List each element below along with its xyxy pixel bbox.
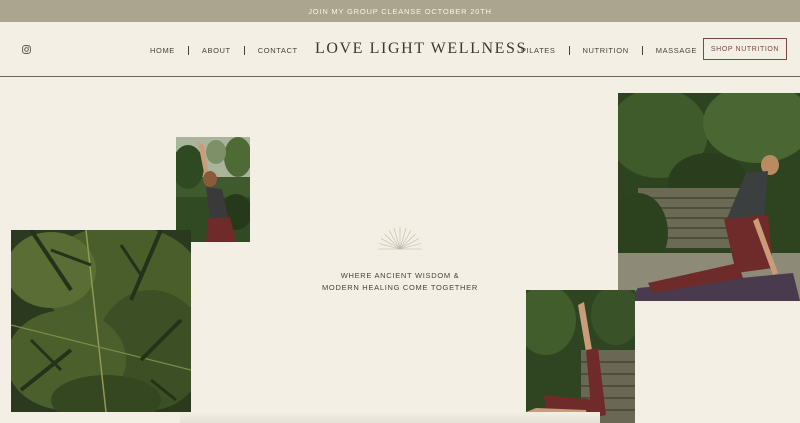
- nav-item-about[interactable]: ABOUT: [202, 46, 231, 55]
- nav-item-massage[interactable]: MASSAGE: [656, 46, 697, 55]
- tagline-line-1: WHERE ANCIENT WISDOM &: [340, 271, 460, 280]
- yoga-backbend-image: [176, 137, 250, 242]
- nav-item-home[interactable]: HOME: [150, 46, 175, 55]
- nav-divider: [641, 46, 643, 55]
- nav-divider: [568, 46, 570, 55]
- sunburst-icon: [378, 227, 422, 250]
- nav-item-pilates[interactable]: PILATES: [521, 46, 556, 55]
- site-header: HOME ABOUT CONTACT LOVE LIGHT WELLNESS P…: [0, 22, 800, 77]
- tagline-line-2: MODERN HEALING COME TOGETHER: [321, 283, 478, 292]
- announcement-bar[interactable]: JOIN MY GROUP CLEANSE OCTOBER 20TH: [0, 0, 800, 22]
- hero-tagline: WHERE ANCIENT WISDOM & MODERN HEALING CO…: [300, 270, 500, 294]
- announcement-text[interactable]: JOIN MY GROUP CLEANSE OCTOBER 20TH: [308, 7, 492, 16]
- nav-right: PILATES NUTRITION MASSAGE: [521, 46, 697, 55]
- yoga-backbend-photo: [176, 137, 250, 242]
- instagram-icon[interactable]: [22, 45, 31, 54]
- nav-item-nutrition[interactable]: NUTRITION: [583, 46, 629, 55]
- yoga-camel-pose-image: [618, 93, 800, 301]
- nav-divider: [187, 46, 189, 55]
- nav-item-contact[interactable]: CONTACT: [258, 46, 298, 55]
- yoga-camel-pose-photo: [618, 93, 800, 301]
- yoga-leg-raise-image: [526, 290, 635, 423]
- nav-divider: [243, 46, 245, 55]
- monstera-leaves-photo: [11, 230, 191, 412]
- nav-left: HOME ABOUT CONTACT: [150, 46, 298, 55]
- site-logo[interactable]: LOVE LIGHT WELLNESS: [315, 40, 527, 58]
- bottom-fade: [180, 412, 600, 423]
- monstera-leaves-image: [11, 230, 191, 412]
- yoga-leg-raise-photo: [526, 290, 635, 423]
- shop-nutrition-button[interactable]: SHOP NUTRITION: [703, 38, 787, 60]
